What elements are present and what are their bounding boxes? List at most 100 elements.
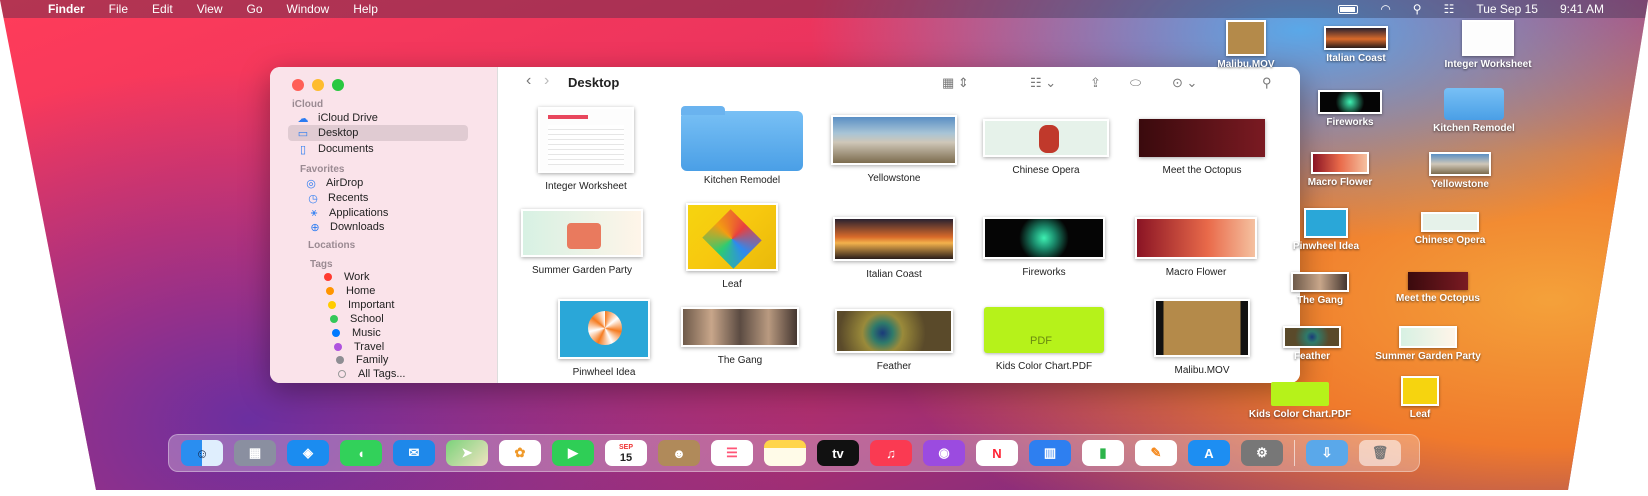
menu-window[interactable]: Window — [275, 2, 342, 16]
desktop-icon-meet-the-octopus[interactable]: Meet the Octopus — [1378, 272, 1498, 304]
calendar-icon[interactable]: SEP 15 — [605, 440, 647, 466]
file-summer-garden-party[interactable]: Summer Garden Party — [512, 209, 652, 276]
file-thumbnail — [558, 299, 650, 359]
desktop-icon-feather[interactable]: Feather — [1252, 326, 1372, 362]
contacts-icon[interactable]: ☻ — [658, 440, 700, 466]
file-macro-flower[interactable]: Macro Flower — [1126, 217, 1266, 278]
spotlight-search-icon[interactable]: ⚲ — [1413, 2, 1422, 16]
facetime-icon[interactable]: ▶ — [552, 440, 594, 466]
desktop-icon-chinese-opera[interactable]: Chinese Opera — [1390, 212, 1510, 246]
pdf-label: PDF — [1030, 335, 1052, 347]
sidebar-item-label: Applications — [329, 207, 389, 219]
messages-icon[interactable]: ◖ — [340, 440, 382, 466]
control-center-icon[interactable]: ☷ — [1444, 2, 1455, 16]
music-icon[interactable]: ♫ — [870, 440, 912, 466]
sidebar-item-documents[interactable]: ▯ Documents — [288, 141, 468, 157]
sidebar-item-label: Work — [344, 271, 370, 283]
sidebar-header-favorites: Favorites — [300, 164, 345, 175]
wifi-icon[interactable]: ◠ — [1380, 2, 1390, 16]
desktop-icon-yellowstone[interactable]: Yellowstone — [1400, 152, 1520, 190]
sidebar-all-tags[interactable]: All Tags... — [324, 366, 504, 382]
menu-help[interactable]: Help — [341, 2, 390, 16]
menu-bar: Finder File Edit View Go Window Help ◠ ⚲… — [0, 0, 1648, 18]
finder-icon[interactable]: ☺ — [181, 440, 223, 466]
file-meet-the-octopus[interactable]: Meet the Octopus — [1132, 119, 1272, 176]
file-malibu-mov[interactable]: Malibu.MOV — [1132, 299, 1272, 376]
desktop-thumbnail — [1399, 326, 1457, 348]
desktop-icon-kids-color-chart-pdf[interactable]: Kids Color Chart.PDF — [1240, 382, 1360, 420]
file-the-gang[interactable]: The Gang — [670, 307, 810, 366]
safari-icon[interactable]: ◈ — [287, 440, 329, 466]
sidebar-item-label: School — [350, 313, 384, 325]
sidebar-item-recents[interactable]: ◷ Recents — [298, 190, 478, 206]
file-label: Meet the Octopus — [1162, 165, 1242, 176]
minimize-window-button[interactable] — [312, 79, 324, 91]
menu-file[interactable]: File — [97, 2, 140, 16]
icon-view-button[interactable]: ▦ ⇕ — [942, 75, 969, 91]
reminders-icon[interactable]: ☰ — [711, 440, 753, 466]
folder-kitchen-remodel[interactable]: Kitchen Remodel — [672, 106, 812, 186]
app-store-icon[interactable]: A — [1188, 440, 1230, 466]
desktop-thumbnail — [1324, 26, 1388, 50]
tv-icon[interactable]: tv — [817, 440, 859, 466]
file-yellowstone[interactable]: Yellowstone — [824, 115, 964, 184]
sidebar-header-locations: Locations — [308, 240, 356, 251]
notes-icon[interactable] — [764, 440, 806, 466]
tag-icon[interactable]: ⬭ — [1130, 75, 1141, 91]
menubar-date[interactable]: Tue Sep 15 — [1476, 2, 1538, 16]
trash-icon[interactable]: 🗑 — [1359, 440, 1401, 466]
file-chinese-opera[interactable]: Chinese Opera — [976, 119, 1116, 176]
file-pinwheel-idea[interactable]: Pinwheel Idea — [534, 299, 674, 378]
battery-icon[interactable] — [1338, 4, 1359, 14]
back-button[interactable]: ‹ — [526, 72, 531, 90]
sidebar-item-downloads[interactable]: ⊕ Downloads — [300, 219, 480, 235]
file-label: Macro Flower — [1165, 267, 1227, 278]
desktop-icon-macro-flower[interactable]: Macro Flower — [1280, 152, 1400, 188]
system-preferences-icon[interactable]: ⚙ — [1241, 440, 1283, 466]
action-menu-button[interactable]: ⊙ ⌄ — [1172, 75, 1197, 91]
maps-icon[interactable]: ➤ — [446, 440, 488, 466]
downloads-folder-icon[interactable]: ⇩ — [1306, 440, 1348, 466]
file-kids-color-chart-pdf[interactable]: PDF Kids Color Chart.PDF — [974, 307, 1114, 372]
group-button[interactable]: ☷ ⌄ — [1030, 75, 1056, 91]
menu-edit[interactable]: Edit — [140, 2, 185, 16]
close-window-button[interactable] — [292, 79, 304, 91]
file-italian-coast[interactable]: Italian Coast — [824, 217, 964, 280]
desktop-icon-kitchen-remodel[interactable]: Kitchen Remodel — [1414, 88, 1534, 134]
search-icon[interactable]: ⚲ — [1262, 75, 1272, 91]
file-feather[interactable]: Feather — [824, 309, 964, 372]
desktop-icon-leaf[interactable]: Leaf — [1360, 376, 1480, 420]
desktop-icon-integer-worksheet[interactable]: Integer Worksheet — [1428, 20, 1548, 70]
finder-content: ‹ › Desktop ▦ ⇕ ☷ ⌄ ⇪ ⬭ ⊙ ⌄ ⚲ Integer Wo… — [498, 67, 1300, 383]
desktop-icon-summer-garden-party[interactable]: Summer Garden Party — [1368, 326, 1488, 362]
forward-button[interactable]: › — [544, 72, 549, 90]
dock: ☺ ▦ ◈ ◖ ✉ ➤ ✿ ▶ SEP 15 ☻ ☰ tv ♫ ◉ N ▥ ▮ ✎… — [168, 434, 1420, 472]
sidebar-item-desktop[interactable]: ▭ Desktop — [288, 125, 468, 141]
file-leaf[interactable]: Leaf — [662, 203, 802, 290]
file-thumbnail — [835, 309, 953, 353]
file-integer-worksheet[interactable]: Integer Worksheet — [516, 107, 656, 192]
sidebar-item-icloud-drive[interactable]: ☁ iCloud Drive — [288, 110, 468, 126]
menu-app-finder[interactable]: Finder — [36, 2, 97, 16]
news-icon[interactable]: N — [976, 440, 1018, 466]
pages-icon[interactable]: ✎ — [1135, 440, 1177, 466]
desktop-icon-pinwheel-idea[interactable]: Pinwheel Idea — [1266, 208, 1386, 252]
launchpad-icon[interactable]: ▦ — [234, 440, 276, 466]
sidebar-item-airdrop[interactable]: ◎ AirDrop — [296, 175, 476, 191]
mail-icon[interactable]: ✉ — [393, 440, 435, 466]
numbers-icon[interactable]: ▮ — [1082, 440, 1124, 466]
photos-icon[interactable]: ✿ — [499, 440, 541, 466]
share-icon[interactable]: ⇪ — [1090, 75, 1101, 91]
menu-go[interactable]: Go — [235, 2, 275, 16]
menu-view[interactable]: View — [185, 2, 235, 16]
desktop-icon-fireworks[interactable]: Fireworks — [1290, 90, 1410, 128]
file-fireworks[interactable]: Fireworks — [974, 217, 1114, 278]
podcasts-icon[interactable]: ◉ — [923, 440, 965, 466]
menubar-time[interactable]: 9:41 AM — [1560, 2, 1604, 16]
keynote-icon[interactable]: ▥ — [1029, 440, 1071, 466]
zoom-window-button[interactable] — [332, 79, 344, 91]
desktop-icon-malibu-mov[interactable]: Malibu.MOV — [1186, 20, 1306, 70]
desktop-icon-the-gang[interactable]: The Gang — [1260, 272, 1380, 306]
desktop-icon-italian-coast[interactable]: Italian Coast — [1296, 26, 1416, 64]
file-thumbnail — [686, 203, 778, 271]
